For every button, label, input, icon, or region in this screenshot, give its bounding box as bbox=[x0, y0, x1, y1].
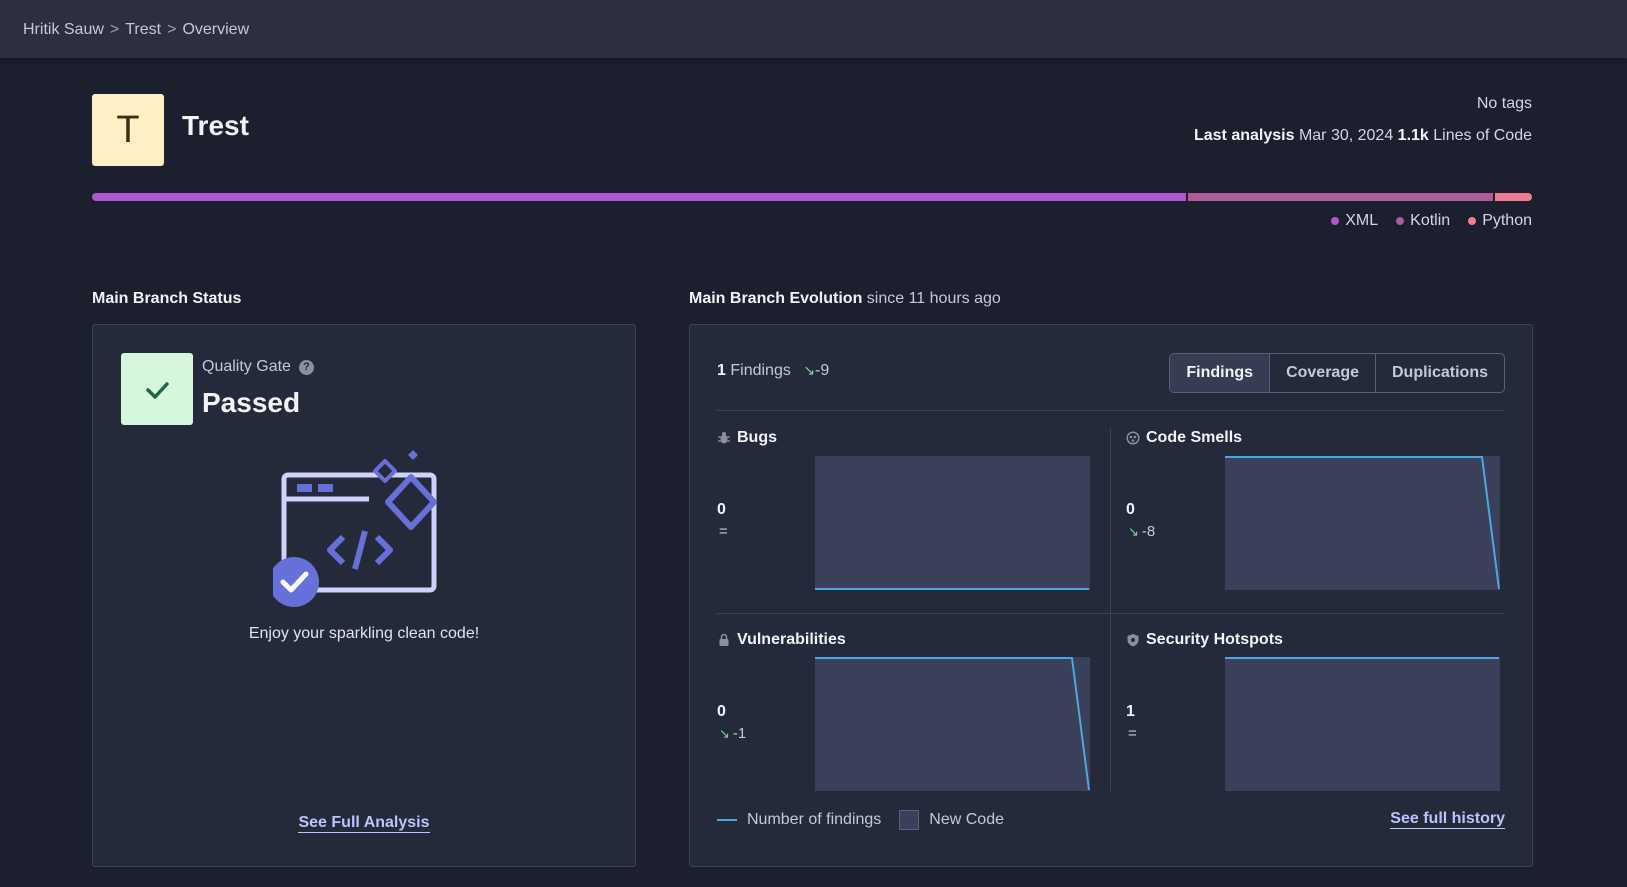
project-tags[interactable]: No tags bbox=[1477, 95, 1532, 113]
security-hotspots-title-text: Security Hotspots bbox=[1146, 631, 1283, 648]
quality-gate-label-text: Quality Gate bbox=[202, 358, 291, 375]
language-dot-icon bbox=[1468, 217, 1477, 225]
language-legend-item: Kotlin bbox=[1396, 212, 1450, 230]
language-name: Kotlin bbox=[1410, 212, 1451, 229]
code-smells-value: 0 bbox=[1126, 501, 1135, 518]
divider bbox=[1110, 428, 1111, 791]
project-avatar: T bbox=[92, 94, 164, 166]
code-smells-delta: ↘ -8 bbox=[1128, 523, 1155, 540]
project-title: Trest bbox=[182, 110, 249, 141]
quality-gate-status: Passed bbox=[202, 387, 301, 418]
language-segment-kotlin bbox=[1186, 193, 1493, 201]
bugs-delta: = bbox=[719, 523, 728, 540]
vulnerabilities-delta-text: -1 bbox=[732, 725, 747, 742]
quality-gate-label: Quality Gate? bbox=[202, 358, 314, 376]
bugs-title-text: Bugs bbox=[737, 429, 777, 446]
lines-of-code-value: 1.1k bbox=[1397, 127, 1429, 144]
breadcrumb: Hritik Sauw > Trest > Overview bbox=[23, 21, 249, 39]
breadcrumb-organization[interactable]: Hritik Sauw bbox=[23, 21, 104, 39]
language-name: Python bbox=[1482, 212, 1532, 229]
tab-findings[interactable]: Findings bbox=[1170, 354, 1271, 392]
bugs-delta-text: = bbox=[719, 523, 728, 540]
trend-down-icon: ↘ bbox=[803, 362, 816, 378]
language-dot-icon bbox=[1331, 217, 1340, 225]
breadcrumb-project[interactable]: Trest bbox=[125, 21, 161, 39]
language-segment-xml bbox=[92, 193, 1187, 201]
line-legend-swatch bbox=[717, 819, 737, 821]
language-legend: XML Kotlin Python bbox=[1331, 212, 1532, 230]
full-history-wrap: See full history bbox=[1390, 810, 1505, 829]
full-analysis-wrap: See Full Analysis bbox=[93, 814, 635, 833]
trend-down-icon: ↘ bbox=[719, 726, 730, 741]
language-name: XML bbox=[1345, 212, 1379, 229]
main-branch-evolution-panel: 1 Findings ↘-9 Findings Coverage Duplicati… bbox=[689, 324, 1533, 867]
see-full-history-link[interactable]: See full history bbox=[1390, 810, 1505, 829]
new-code-area bbox=[815, 456, 1090, 590]
findings-label: Findings bbox=[730, 362, 791, 379]
new-code-area bbox=[1225, 657, 1500, 791]
security-hotspots-delta: = bbox=[1128, 725, 1137, 742]
see-full-analysis-link[interactable]: See Full Analysis bbox=[298, 814, 430, 833]
security-hotspots-delta-text: = bbox=[1128, 725, 1137, 742]
language-distribution-bar bbox=[92, 193, 1532, 201]
help-icon[interactable]: ? bbox=[298, 360, 314, 375]
divider bbox=[717, 410, 1504, 411]
checkmark-icon bbox=[146, 382, 169, 399]
chart-legend: Number of findings New Code bbox=[717, 810, 1004, 830]
language-dot-icon bbox=[1396, 217, 1405, 225]
last-analysis-date: Mar 30, 2024 bbox=[1298, 127, 1394, 144]
top-bar: Hritik Sauw > Trest > Overview bbox=[0, 0, 1627, 58]
findings-count: 1 bbox=[717, 362, 726, 379]
sparkling-code-illustration-icon bbox=[273, 450, 437, 607]
new-code-legend-swatch bbox=[899, 810, 920, 830]
bug-icon bbox=[718, 432, 730, 444]
trend-down-icon: ↘ bbox=[1128, 524, 1139, 539]
language-legend-item: XML bbox=[1331, 212, 1378, 230]
last-analysis-info: Last analysis Mar 30, 2024 1.1k Lines of… bbox=[1194, 127, 1532, 145]
bugs-sparkline bbox=[815, 456, 1090, 590]
lines-of-code-label: Lines of Code bbox=[1433, 127, 1532, 144]
breadcrumb-separator-icon: > bbox=[167, 21, 177, 38]
findings-summary: 1 Findings ↘-9 bbox=[717, 362, 829, 380]
language-legend-item: Python bbox=[1468, 212, 1532, 230]
findings-delta: -9 bbox=[815, 362, 830, 379]
evolution-since-text: since 11 hours ago bbox=[866, 290, 1001, 307]
tab-coverage[interactable]: Coverage bbox=[1270, 354, 1376, 392]
vulnerabilities-delta: ↘ -1 bbox=[719, 725, 746, 742]
main-branch-status-panel: Quality Gate? Passed Enjoy your sparklin… bbox=[92, 324, 636, 867]
main-branch-status-title: Main Branch Status bbox=[92, 290, 242, 307]
legend-number-of-findings: Number of findings bbox=[747, 811, 882, 828]
main-branch-evolution-title: Main Branch Evolution since 11 hours ago bbox=[689, 290, 1001, 308]
new-code-area bbox=[1225, 456, 1500, 590]
clean-code-message: Enjoy your sparkling clean code! bbox=[248, 625, 480, 642]
security-hotspots-title: Security Hotspots bbox=[1126, 631, 1283, 649]
bugs-title: Bugs bbox=[717, 429, 777, 447]
code-smells-delta-text: -8 bbox=[1141, 523, 1156, 540]
language-segment-python bbox=[1492, 193, 1532, 201]
shield-icon bbox=[1127, 634, 1139, 647]
code-smells-sparkline bbox=[1225, 456, 1500, 590]
new-code-area bbox=[815, 657, 1090, 791]
evolution-title-text: Main Branch Evolution bbox=[689, 290, 863, 307]
vulnerabilities-title-text: Vulnerabilities bbox=[737, 631, 846, 648]
vulnerabilities-sparkline bbox=[815, 657, 1090, 791]
breadcrumb-separator-icon: > bbox=[109, 21, 120, 38]
legend-new-code: New Code bbox=[929, 811, 1004, 828]
last-analysis-label: Last analysis bbox=[1193, 127, 1295, 144]
bugs-value: 0 bbox=[717, 501, 726, 518]
code-smell-icon bbox=[1126, 431, 1140, 445]
vulnerabilities-value: 0 bbox=[717, 703, 726, 720]
lock-icon bbox=[719, 633, 729, 646]
evolution-tabs: Findings Coverage Duplications bbox=[1169, 353, 1505, 393]
quality-gate-badge bbox=[121, 353, 193, 425]
code-smells-title: Code Smells bbox=[1126, 429, 1242, 447]
security-hotspots-value: 1 bbox=[1126, 703, 1135, 720]
tab-duplications[interactable]: Duplications bbox=[1376, 354, 1504, 392]
code-smells-title-text: Code Smells bbox=[1146, 429, 1243, 446]
security-hotspots-sparkline bbox=[1225, 657, 1500, 791]
vulnerabilities-title: Vulnerabilities bbox=[717, 631, 846, 649]
breadcrumb-current-page: Overview bbox=[182, 21, 250, 38]
